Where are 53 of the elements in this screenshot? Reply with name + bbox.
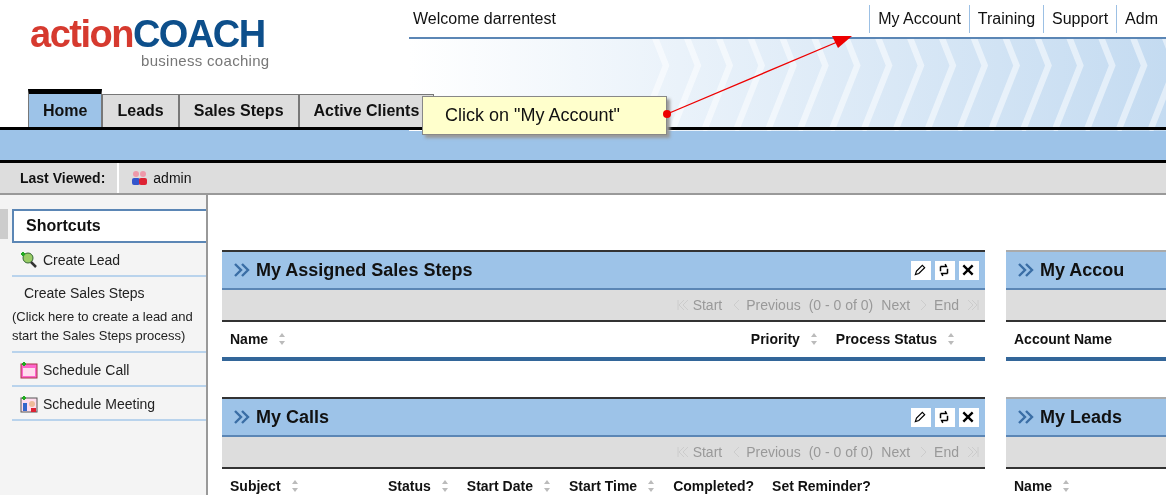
column-header[interactable]: Name (1014, 478, 1053, 494)
column-header[interactable]: Name (230, 331, 269, 347)
portlet-title: My Accou (1040, 259, 1125, 281)
column-header[interactable]: Set Reminder? (772, 478, 871, 494)
logo-tagline: business coaching (141, 54, 271, 68)
last-viewed-link[interactable]: admin (153, 170, 192, 186)
sort-icon[interactable] (1062, 479, 1071, 493)
sidebar-title: Shortcuts (12, 209, 206, 243)
shortcut-link[interactable]: Create Sales Steps (20, 285, 145, 301)
portlet-title: My Assigned Sales Steps (256, 259, 473, 281)
column-header[interactable]: Account Name (1014, 331, 1113, 347)
column-header[interactable]: Start Date (466, 478, 533, 494)
nav-link[interactable]: My Account (869, 4, 969, 33)
meeting-icon (20, 395, 38, 413)
users-icon (131, 170, 150, 186)
column-header[interactable]: Start Time (568, 478, 638, 494)
column-header[interactable]: Process Status (835, 331, 937, 347)
sort-icon[interactable] (947, 332, 955, 346)
sort-icon[interactable] (809, 332, 818, 346)
tab[interactable]: Leads (102, 94, 179, 127)
callout: Click on "My Account" (422, 96, 667, 135)
sort-icon[interactable] (647, 479, 656, 493)
logo: actionCOACH (30, 14, 266, 54)
sort-icon[interactable] (542, 479, 551, 493)
nav-link[interactable]: Training (968, 4, 1044, 33)
page-count: (0 - 0 of 0) (808, 297, 874, 313)
sort-icon[interactable] (278, 332, 287, 346)
chevron-icon (234, 263, 250, 277)
column-header[interactable]: Priority (750, 331, 800, 347)
portlet-title: My Leads (1040, 406, 1123, 428)
portlet-title: My Calls (256, 406, 330, 428)
nav-link[interactable]: Support (1043, 4, 1117, 33)
sort-icon[interactable] (440, 479, 449, 493)
tab[interactable]: Sales Steps (178, 94, 299, 127)
calendar-icon (20, 361, 38, 379)
tab[interactable]: Active Clients (298, 94, 435, 127)
last-viewed-label: Last Viewed: (0, 163, 120, 193)
chevron-icon (234, 410, 250, 424)
chevron-icon (1018, 263, 1034, 277)
nav-link[interactable]: Adm (1116, 4, 1166, 33)
column-header[interactable]: Completed? (673, 478, 755, 494)
collapse-handle[interactable] (0, 209, 8, 239)
shortcut-link[interactable]: Create Lead (43, 252, 121, 268)
sort-icon[interactable] (290, 479, 299, 493)
chevron-icon (1018, 410, 1034, 424)
page-count: (0 - 0 of 0) (808, 444, 874, 460)
shortcut-link[interactable]: Schedule Call (43, 362, 130, 378)
shortcut-link[interactable]: Schedule Meeting (43, 396, 156, 412)
column-header[interactable]: Status (388, 478, 431, 494)
welcome-text: Welcome darrentest (412, 9, 556, 28)
shortcut-description: (Click here to create a lead and start the Sales Steps process) (12, 308, 194, 345)
tab[interactable]: Home (28, 89, 103, 127)
column-header[interactable]: Subject (230, 478, 281, 494)
